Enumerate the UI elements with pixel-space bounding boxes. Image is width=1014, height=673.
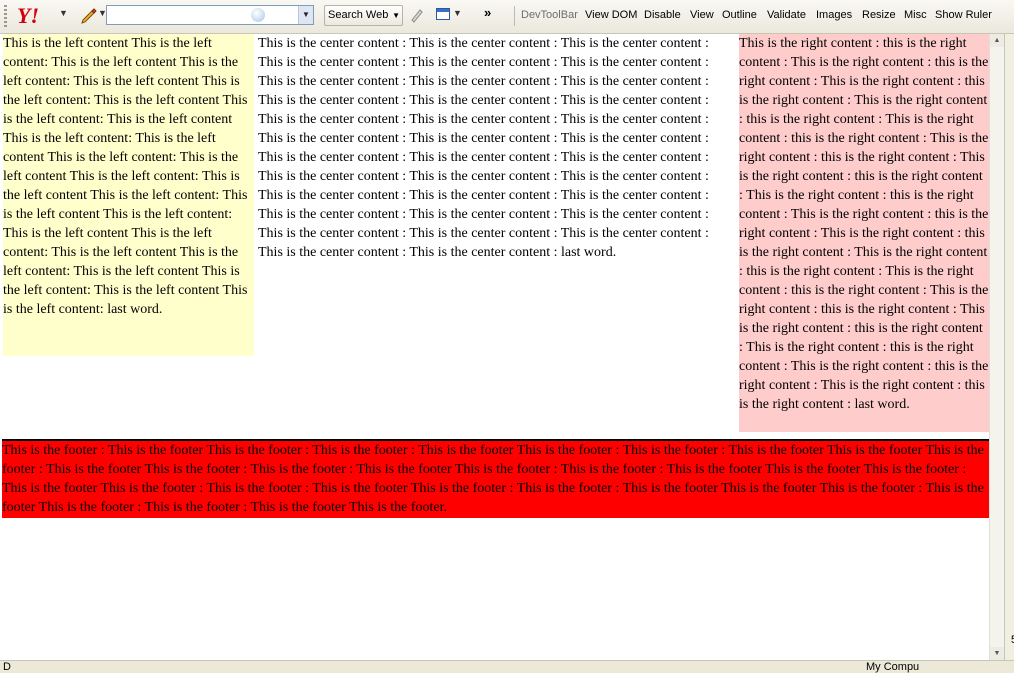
images-menu-button[interactable]: Images (816, 9, 852, 21)
scroll-up-arrow-icon[interactable]: ▲ (990, 34, 1004, 47)
resize-menu-button[interactable]: Resize (862, 9, 896, 21)
footer: This is the footer : This is the footer … (2, 441, 989, 518)
footer-text: This is the footer : This is the footer … (2, 443, 984, 515)
pencil-icon[interactable] (80, 6, 98, 24)
yahoo-logo-button[interactable]: Y! (17, 5, 39, 27)
adjacent-window-edge: 5 (1004, 34, 1014, 660)
status-text: D (3, 661, 11, 673)
view-dom-button[interactable]: View DOM (585, 9, 637, 21)
devtoolbar-label[interactable]: DevToolBar (521, 9, 578, 21)
toolbar-overflow-chevron-icon[interactable]: » (484, 5, 491, 20)
status-zone-label: My Compu (866, 661, 920, 673)
highlight-pen-icon[interactable] (409, 7, 425, 23)
window-menu-caret-icon[interactable]: ▼ (453, 8, 462, 18)
outline-menu-button[interactable]: Outline (722, 9, 757, 21)
page-viewport: This is the left content This is the lef… (2, 34, 989, 660)
vertical-scrollbar[interactable]: ▲ ▼ (989, 34, 1004, 660)
search-input[interactable] (109, 7, 295, 23)
yahoo-search-field[interactable]: ▼ (106, 5, 314, 25)
search-globe-icon (251, 8, 265, 22)
toolbar-grip-handle[interactable] (4, 5, 7, 27)
yahoo-toolbar: Y! ▼ ▼ ▼ Search Web ▼ ▼ » DevToolBar Vie… (0, 0, 1014, 34)
validate-menu-button[interactable]: Validate (767, 9, 806, 21)
view-menu-button[interactable]: View (690, 9, 714, 21)
center-column-text: This is the center content : This is the… (258, 36, 709, 260)
right-column-text: This is the right content : this is the … (739, 36, 989, 412)
window-popup-icon[interactable] (436, 8, 450, 20)
disable-menu-button[interactable]: Disable (644, 9, 681, 21)
right-column: This is the right content : this is the … (739, 34, 989, 432)
search-web-button[interactable]: Search Web ▼ (324, 5, 403, 26)
search-web-caret-icon[interactable]: ▼ (392, 6, 400, 25)
center-column: This is the center content : This is the… (258, 34, 726, 262)
left-column: This is the left content This is the lef… (3, 34, 254, 356)
search-web-label: Search Web (328, 9, 389, 21)
yahoo-menu-caret-icon[interactable]: ▼ (59, 8, 68, 18)
search-history-dropdown-button[interactable]: ▼ (298, 6, 313, 24)
show-ruler-button[interactable]: Show Ruler (935, 9, 992, 21)
left-column-text: This is the left content This is the lef… (3, 36, 248, 317)
toolbar-separator (514, 6, 515, 26)
status-bar: D My Compu (0, 660, 1014, 673)
misc-menu-button[interactable]: Misc (904, 9, 927, 21)
scroll-down-arrow-icon[interactable]: ▼ (990, 647, 1004, 660)
